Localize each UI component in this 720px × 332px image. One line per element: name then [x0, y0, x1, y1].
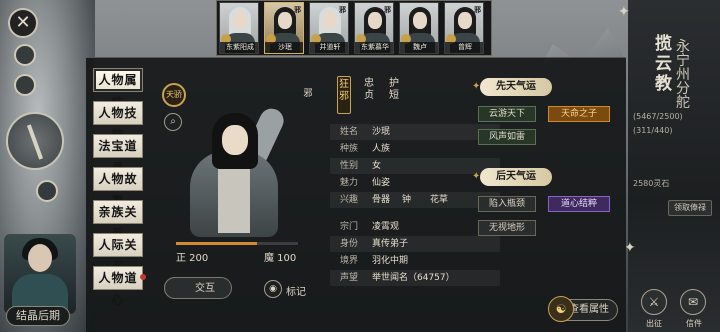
fortune-tag[interactable]: 云游天下: [478, 106, 536, 122]
attribute-value: 花草: [430, 195, 449, 205]
alignment-bar: [176, 242, 298, 245]
character-card[interactable]: 东紫阳成: [219, 2, 259, 54]
ring-icon[interactable]: [36, 180, 58, 202]
character-card[interactable]: 邪东紫慕华: [354, 2, 394, 54]
player-mini-portrait[interactable]: [4, 234, 76, 314]
sect-stat: 2580灵石: [633, 179, 670, 188]
attribute-key: 姓名: [340, 127, 359, 137]
attribute-row: 境界 羽化中期: [330, 253, 500, 269]
attribute-key: 性别: [340, 161, 359, 171]
fortune-tag[interactable]: 陷入瓶颈: [478, 196, 536, 212]
fortune-tag[interactable]: 无视地形: [478, 220, 536, 236]
attribute-value: 沙珉: [372, 127, 391, 137]
fortune-tag[interactable]: 道心结粹: [548, 196, 610, 212]
mark-button-label[interactable]: 标记: [286, 283, 306, 298]
tab-2[interactable]: 人物技能: [93, 101, 143, 142]
letter-label: 信件: [686, 319, 702, 328]
character-card[interactable]: 邪井道轩: [309, 2, 349, 54]
tab-7[interactable]: 人物道心: [93, 266, 143, 307]
attribute-row: 姓名 沙珉: [330, 124, 500, 140]
tab-4[interactable]: 人物故事: [93, 167, 143, 208]
player-realm-label: 结晶后期: [6, 306, 70, 326]
realm-seal-text: 天骄: [166, 90, 182, 99]
character-mark: 邪: [294, 6, 301, 14]
evil-mark-icon: 邪: [303, 89, 313, 99]
attribute-value: 女: [372, 161, 382, 171]
character-mark: 邪: [339, 6, 346, 14]
attribute-value: 人族: [372, 144, 391, 154]
ring-icon[interactable]: [14, 44, 36, 66]
trait-tag[interactable]: 护短: [387, 76, 401, 114]
character-name: 沙珉: [265, 42, 303, 53]
character-mark: 邪: [384, 6, 391, 14]
character-info-panel: 人物属性人物技能法宝道具人物故事亲族关系人际关系人物道心 天骄 ⌕ 正 200 …: [86, 57, 626, 332]
attribute-key: 声望: [340, 273, 359, 283]
fortune-tag[interactable]: 天命之子: [548, 106, 610, 122]
character-name: 曾辉: [445, 42, 483, 53]
attribute-key: 宗门: [340, 222, 359, 232]
attribute-value: 举世闻名（64757）: [372, 273, 455, 283]
attribute-key: 种族: [340, 144, 359, 154]
interact-button[interactable]: 交互: [164, 277, 232, 299]
character-card[interactable]: 魏卢: [399, 2, 439, 54]
ring-icon[interactable]: [14, 74, 36, 96]
acquired-fortune-title: 后天气运: [472, 168, 552, 186]
attributes-icon[interactable]: ☯: [548, 296, 574, 322]
sect-stat: (311/440): [633, 126, 673, 135]
fortune-tag[interactable]: 风声如雷: [478, 129, 536, 145]
claim-salary-button[interactable]: 领取俸禄: [668, 200, 712, 216]
character-name: 东紫阳成: [220, 42, 258, 53]
innate-fortune-title: 先天气运: [472, 78, 552, 96]
alignment-bar-fill: [176, 242, 258, 245]
trait-tag[interactable]: 狂邪: [337, 76, 351, 114]
attribute-row: 兴趣 骨器 钟 花草: [330, 192, 500, 208]
character-name: 东紫慕华: [355, 42, 393, 53]
letter-icon[interactable]: ✉: [680, 289, 706, 315]
tab-1[interactable]: 人物属性: [93, 68, 143, 109]
attribute-row: 种族 人族: [330, 141, 500, 157]
attribute-row: 宗门 凌霄观: [330, 219, 500, 235]
attribute-key: 境界: [340, 256, 359, 266]
attribute-row: 身份 真传弟子: [330, 236, 500, 252]
character-card[interactable]: 邪曾辉: [444, 2, 484, 54]
expedition-label: 出征: [646, 319, 662, 328]
sect-stat: (5467/2500): [633, 112, 683, 121]
attribute-key: 兴趣: [340, 195, 359, 205]
tab-3[interactable]: 法宝道具: [93, 134, 143, 175]
evil-alignment-label: 魔 100: [264, 253, 297, 264]
attribute-value: 骨器: [372, 195, 391, 205]
trait-tag[interactable]: 忠贞: [362, 76, 376, 114]
sect-name: 揽云教: [655, 34, 672, 94]
attribute-row: 声望 举世闻名（64757）: [330, 270, 500, 286]
attribute-value: 凌霄观: [372, 222, 400, 232]
notification-dot: [140, 274, 146, 280]
attribute-value: 仙姿: [372, 178, 391, 188]
sect-branch: 永宁州分舵: [676, 39, 690, 111]
character-card[interactable]: 邪沙珉: [264, 2, 304, 54]
attribute-value: 羽化中期: [372, 256, 409, 266]
good-alignment-label: 正 200: [176, 253, 209, 264]
character-portrait: [170, 103, 298, 243]
attribute-key: 身份: [340, 239, 359, 249]
tab-6[interactable]: 人际关系: [93, 233, 143, 274]
character-name: 魏卢: [400, 42, 438, 53]
character-name: 井道轩: [310, 42, 348, 53]
compass-icon[interactable]: [6, 112, 64, 170]
eye-icon[interactable]: ◉: [264, 280, 282, 298]
character-mark: 邪: [474, 6, 481, 14]
attribute-value: 钟: [402, 195, 412, 205]
close-button[interactable]: ✕: [8, 8, 38, 38]
attribute-key: 魅力: [340, 178, 359, 188]
expedition-icon[interactable]: ⚔: [641, 289, 667, 315]
tab-5[interactable]: 亲族关系: [93, 200, 143, 241]
star-icon: ✦: [618, 4, 630, 20]
attribute-value: 真传弟子: [372, 239, 409, 249]
